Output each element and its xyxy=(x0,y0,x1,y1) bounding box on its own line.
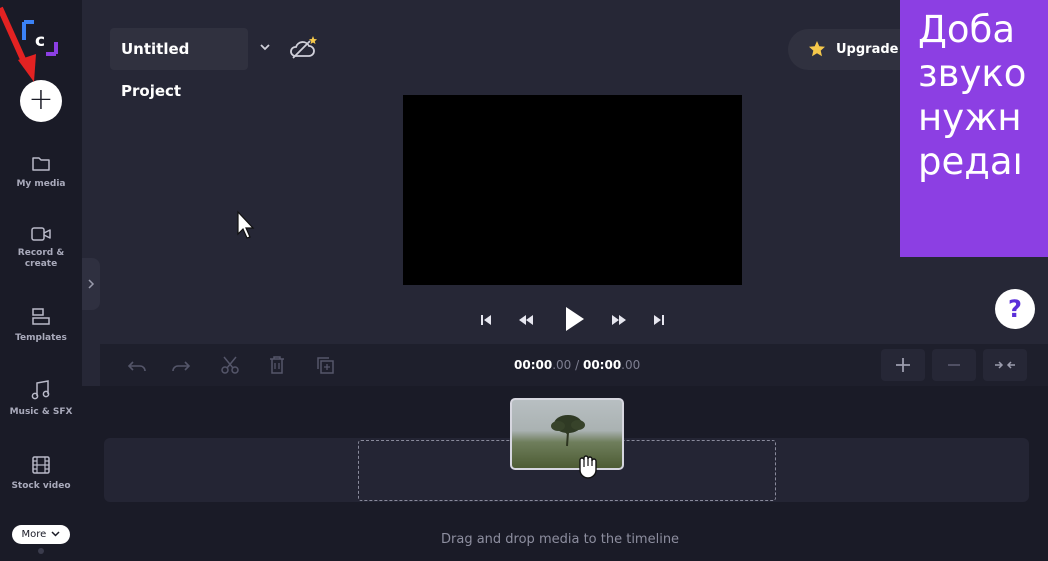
total-time: 00:00 xyxy=(582,358,622,372)
sidebar-item-music-sfx[interactable]: Music & SFX xyxy=(0,379,82,418)
sidebar-item-label: Record & create xyxy=(17,248,65,269)
overlay-line: звуко xyxy=(918,52,1027,95)
plus-icon xyxy=(896,358,910,372)
sidebar-item-my-media[interactable]: My media xyxy=(0,155,82,190)
grab-hand-icon xyxy=(579,455,597,479)
overlay-line: редаı xyxy=(918,140,1023,183)
current-time-fraction: .00 xyxy=(552,358,572,372)
play-icon[interactable] xyxy=(562,305,586,333)
more-button[interactable]: More xyxy=(12,525,70,544)
trash-icon[interactable] xyxy=(266,354,288,376)
add-media-button[interactable]: + xyxy=(20,80,62,122)
dragged-media-thumbnail[interactable] xyxy=(510,398,624,470)
minus-icon xyxy=(948,364,960,366)
fit-to-screen-icon xyxy=(995,361,1015,369)
expand-panel-button[interactable] xyxy=(82,258,100,310)
undo-icon[interactable] xyxy=(126,354,148,376)
chevron-down-icon xyxy=(51,531,61,537)
sidebar-item-label: Stock video xyxy=(11,481,71,491)
folder-icon xyxy=(32,157,50,171)
music-note-icon xyxy=(31,380,50,400)
redo-icon[interactable] xyxy=(170,354,192,376)
zoom-in-button[interactable] xyxy=(881,349,925,381)
mouse-pointer-icon xyxy=(237,210,255,239)
duplicate-icon[interactable] xyxy=(314,354,336,376)
overlay-line: нужн xyxy=(918,96,1022,139)
time-separator: / xyxy=(571,358,583,372)
skip-to-end-icon[interactable] xyxy=(649,310,669,330)
current-time: 00:00 xyxy=(514,358,553,372)
red-arrow-icon xyxy=(0,6,36,82)
fast-forward-icon[interactable] xyxy=(609,310,629,330)
more-label: More xyxy=(21,529,47,540)
time-readout: 00:00.00 / 00:00.00 xyxy=(514,358,640,372)
help-button[interactable]: ? xyxy=(995,289,1035,329)
sidebar-item-templates[interactable]: Templates xyxy=(0,307,82,344)
drop-hint-text: Drag and drop media to the timeline xyxy=(441,532,680,547)
overlay-caption: Доба звуко нужн редаı xyxy=(900,0,1048,257)
sidebar-item-stock-video[interactable]: Stock video xyxy=(0,455,82,492)
sidebar-item-record-create[interactable]: Record & create xyxy=(0,226,82,270)
sidebar-item-label: Templates xyxy=(15,333,67,343)
skip-to-start-icon[interactable] xyxy=(476,310,496,330)
project-title[interactable]: Untitled Project xyxy=(110,28,248,100)
star-icon xyxy=(809,41,825,57)
total-time-fraction: .00 xyxy=(621,358,641,372)
zoom-out-button[interactable] xyxy=(932,349,976,381)
rewind-icon[interactable] xyxy=(516,310,536,330)
cloud-sync-off-icon[interactable] xyxy=(288,34,318,62)
sidebar-item-label: Music & SFX xyxy=(9,407,73,417)
chevron-right-icon xyxy=(88,279,95,289)
film-icon xyxy=(32,456,50,474)
scroll-indicator xyxy=(38,548,44,554)
fit-timeline-button[interactable] xyxy=(983,349,1027,381)
templates-icon xyxy=(32,308,50,325)
overlay-line: Доба xyxy=(918,8,1016,51)
scissors-icon[interactable] xyxy=(219,354,241,376)
camera-icon xyxy=(31,227,51,241)
chevron-down-icon[interactable] xyxy=(258,40,272,54)
video-preview[interactable] xyxy=(403,95,742,285)
tree-thumbnail-icon xyxy=(551,415,585,447)
sidebar-item-label: My media xyxy=(16,179,66,189)
